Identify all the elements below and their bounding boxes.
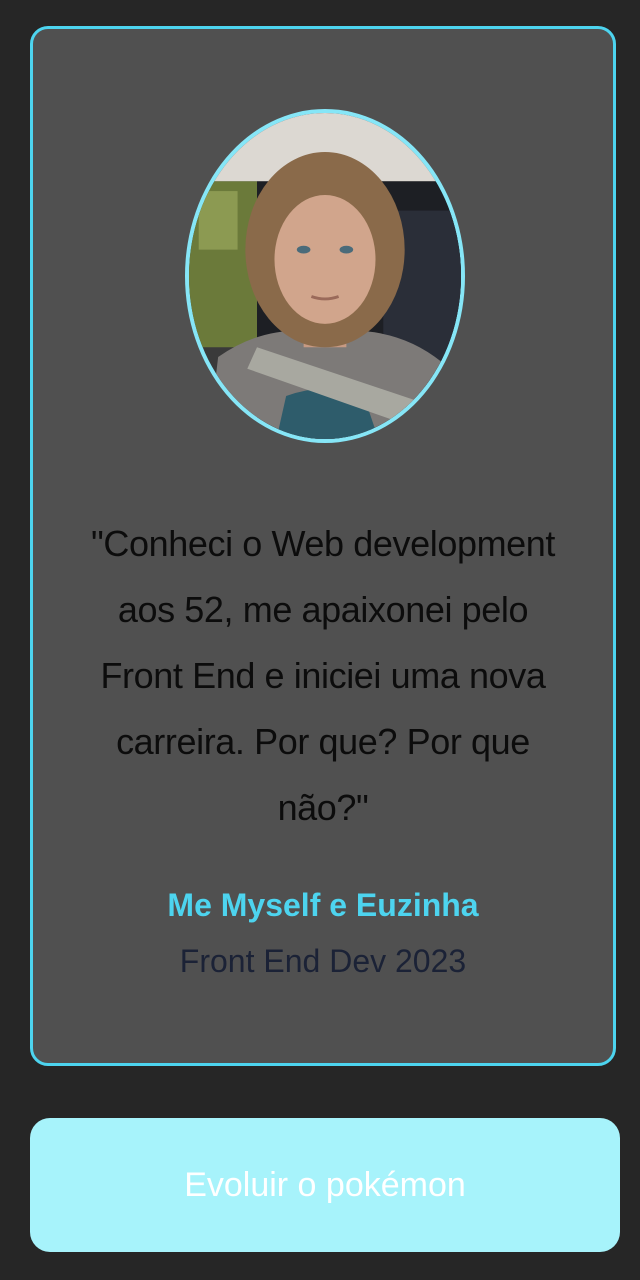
evolve-pokemon-button[interactable]: Evoluir o pokémon — [30, 1118, 620, 1252]
author-name: Me Myself e Euzinha — [167, 887, 479, 923]
author-photo-image — [189, 113, 461, 439]
author-role: Front End Dev 2023 — [179, 943, 467, 979]
author-photo — [185, 109, 465, 443]
testimonial-quote: "Conheci o Web development aos 52, me ap… — [91, 523, 555, 828]
testimonial-card: "Conheci o Web development aos 52, me ap… — [30, 26, 616, 1066]
